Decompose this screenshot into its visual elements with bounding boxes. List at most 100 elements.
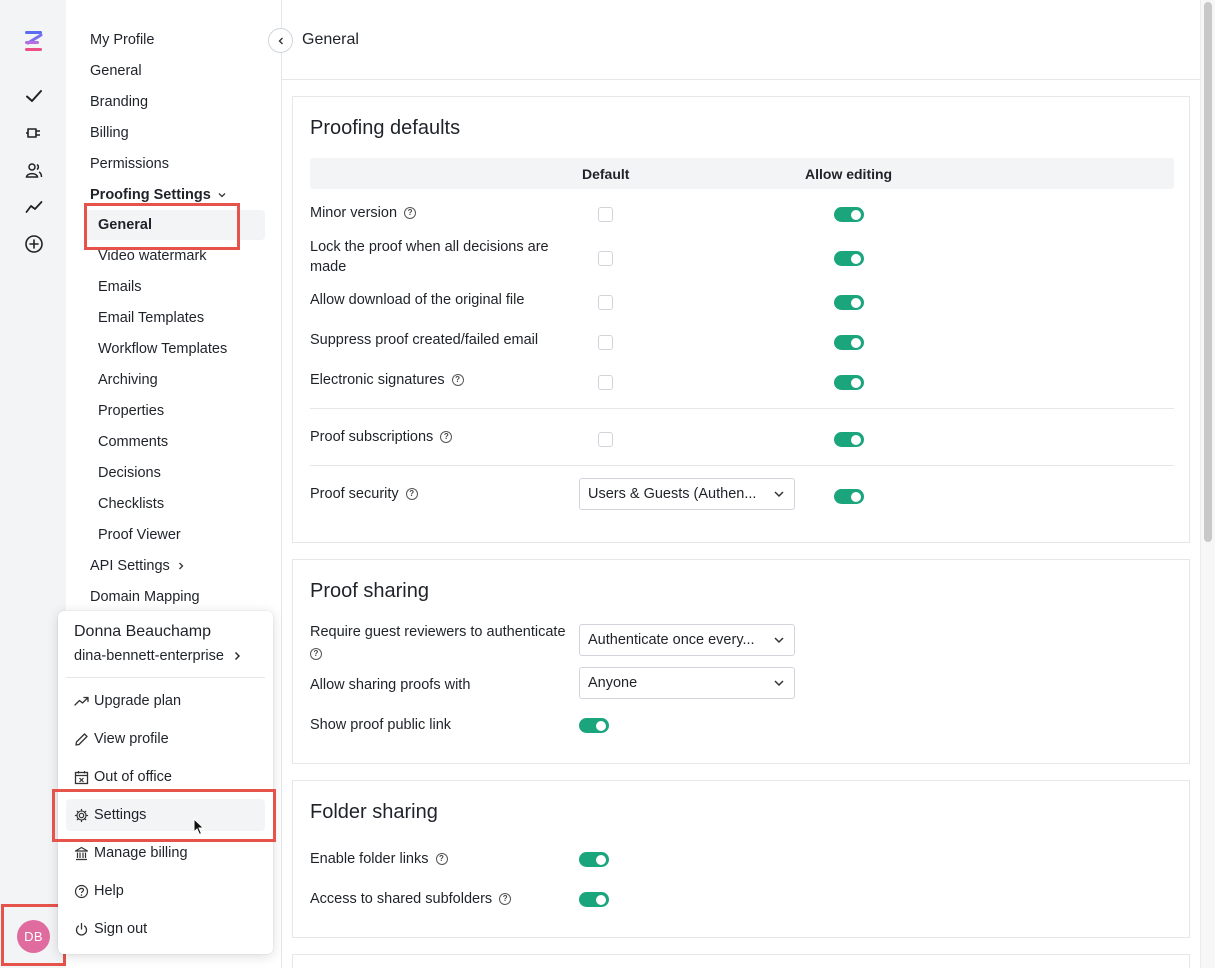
row-allow-download: Allow download of the original file [310, 290, 524, 310]
proof-sharing-card: Proof sharing Require guest reviewers to… [292, 559, 1190, 764]
mouse-cursor-icon [193, 818, 205, 836]
column-allow-editing: Allow editing [805, 166, 893, 182]
row-label: Require guest reviewers to authenticate [310, 624, 566, 640]
menu-view-profile[interactable]: View profile [74, 731, 169, 747]
nav-my-profile[interactable]: My Profile [90, 32, 154, 48]
nav-emails[interactable]: Emails [98, 279, 142, 295]
menu-label: Manage billing [94, 845, 188, 861]
help-icon[interactable]: ? [310, 648, 322, 660]
row-label: Proof subscriptions [310, 429, 434, 445]
help-icon[interactable]: ? [499, 893, 512, 905]
proofing-defaults-title: Proofing defaults [310, 117, 461, 139]
menu-manage-billing[interactable]: Manage billing [74, 845, 188, 861]
next-card [292, 954, 1190, 968]
select-value: Users & Guests (Authen... [588, 486, 757, 502]
nav-comments[interactable]: Comments [98, 434, 168, 450]
nav-proof-viewer[interactable]: Proof Viewer [98, 527, 181, 543]
chevron-left-icon [278, 37, 283, 44]
suppress-email-allow-editing-toggle[interactable] [834, 335, 864, 350]
help-icon[interactable]: ? [435, 853, 448, 865]
allow-download-default-checkbox[interactable] [598, 295, 613, 310]
plug-icon[interactable] [22, 121, 46, 145]
menu-help[interactable]: Help [74, 883, 124, 899]
row-label: Electronic signatures [310, 372, 445, 388]
row-label: Minor version [310, 205, 398, 221]
help-icon[interactable]: ? [405, 488, 418, 500]
help-circle-icon [74, 884, 89, 898]
electronic-signatures-allow-editing-toggle[interactable] [834, 375, 864, 390]
nav-checklists[interactable]: Checklists [98, 496, 164, 512]
row-suppress-email: Suppress proof created/failed email [310, 330, 538, 350]
scrollbar-thumb[interactable] [1204, 2, 1212, 542]
menu-label: Help [94, 883, 124, 899]
proof-subscriptions-allow-editing-toggle[interactable] [834, 432, 864, 447]
help-icon[interactable]: ? [440, 431, 453, 443]
nav-domain-mapping[interactable]: Domain Mapping [90, 589, 200, 605]
menu-label: View profile [94, 731, 169, 747]
nav-decisions[interactable]: Decisions [98, 465, 161, 481]
nav-api-settings[interactable]: API Settings [90, 558, 186, 574]
public-link-toggle[interactable] [579, 718, 609, 733]
row-minor-version: Minor version? [310, 203, 417, 223]
users-icon[interactable] [22, 158, 46, 182]
nav-billing[interactable]: Billing [90, 125, 129, 141]
proofing-defaults-card: Proofing defaults Default Allow editing … [292, 96, 1190, 543]
calendar-x-icon [74, 770, 89, 784]
proof-subscriptions-default-checkbox[interactable] [598, 432, 613, 447]
row-label: Proof security [310, 486, 399, 502]
menu-out-of-office[interactable]: Out of office [74, 769, 172, 785]
help-icon[interactable]: ? [404, 207, 417, 219]
nav-workflow-templates[interactable]: Workflow Templates [98, 341, 227, 357]
menu-label: Out of office [94, 769, 172, 785]
bank-icon [74, 846, 89, 860]
menu-sign-out[interactable]: Sign out [74, 921, 147, 937]
menu-upgrade-plan[interactable]: Upgrade plan [74, 693, 181, 709]
select-value: Anyone [588, 675, 638, 691]
table-header: Default Allow editing [310, 158, 1174, 189]
minor-version-allow-editing-toggle[interactable] [834, 207, 864, 222]
allow-download-allow-editing-toggle[interactable] [834, 295, 864, 310]
main-content: General Proofing defaults Default Allow … [282, 0, 1200, 968]
pencil-icon [75, 732, 88, 746]
nav-branding[interactable]: Branding [90, 94, 148, 110]
tasks-check-icon[interactable] [22, 84, 46, 108]
user-menu-popup: Donna Beauchamp dina-bennett-enterprise … [58, 611, 273, 954]
row-label: Access to shared subfolders [310, 891, 493, 907]
suppress-email-default-checkbox[interactable] [598, 335, 613, 350]
folder-links-toggle[interactable] [579, 852, 609, 867]
minor-version-default-checkbox[interactable] [598, 207, 613, 222]
nav-email-templates[interactable]: Email Templates [98, 310, 204, 326]
chevron-down-icon [218, 193, 226, 198]
divider [310, 408, 1174, 409]
proof-security-select[interactable]: Users & Guests (Authen... [579, 478, 795, 510]
lock-proof-default-checkbox[interactable] [598, 251, 613, 266]
app-logo-icon[interactable] [22, 28, 46, 54]
proof-security-allow-editing-toggle[interactable] [834, 489, 864, 504]
menu-label: Sign out [94, 921, 148, 937]
nav-video-watermark[interactable]: Video watermark [98, 248, 207, 264]
electronic-signatures-default-checkbox[interactable] [598, 375, 613, 390]
lock-proof-allow-editing-toggle[interactable] [834, 251, 864, 266]
help-icon[interactable]: ? [451, 374, 464, 386]
general-highlight [84, 203, 240, 250]
row-label: Lock the proof when all decisions are ma… [310, 239, 549, 275]
shared-subfolders-toggle[interactable] [579, 892, 609, 907]
chevron-right-icon [234, 652, 240, 660]
trending-up-icon [74, 696, 89, 706]
nav-properties[interactable]: Properties [98, 403, 164, 419]
nav-general[interactable]: General [90, 63, 142, 79]
allow-sharing-select[interactable]: Anyone [579, 667, 795, 699]
chevron-down-icon [774, 491, 784, 498]
power-icon [75, 922, 88, 936]
page-title: General [302, 31, 359, 48]
analytics-icon[interactable] [22, 195, 46, 219]
require-auth-select[interactable]: Authenticate once every... [579, 624, 795, 656]
org-switcher[interactable]: dina-bennett-enterprise [74, 648, 242, 664]
nav-proofing-settings[interactable]: Proofing Settings [90, 187, 227, 203]
nav-archiving[interactable]: Archiving [98, 372, 158, 388]
add-circle-icon[interactable] [22, 232, 46, 256]
nav-permissions[interactable]: Permissions [90, 156, 169, 172]
collapse-sidebar-button[interactable] [268, 28, 293, 53]
chevron-down-icon [774, 680, 784, 687]
divider [310, 465, 1174, 466]
